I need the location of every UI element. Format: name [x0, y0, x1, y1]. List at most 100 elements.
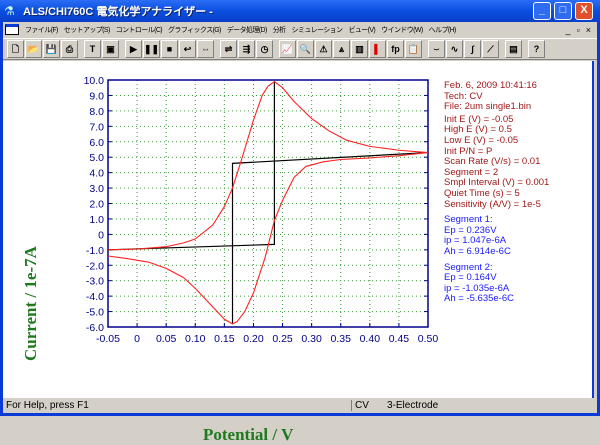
- peak-icon: ⚠: [319, 44, 328, 54]
- menu-item[interactable]: コントロール(C): [116, 25, 163, 35]
- format-icon: fp: [391, 44, 400, 54]
- x-tick-label: 0.35: [331, 333, 352, 345]
- y-tick-label: -3.0: [86, 276, 104, 288]
- info-line: Sensitivity (A/V) = 1e-5: [444, 198, 541, 210]
- menu-item[interactable]: ファイル(F): [25, 25, 58, 35]
- toolbar: 🗋 📂 💾 ⎙ T ▣ ▶ ❚❚ ■ ↩ ⇔ ⇌ ⇶ ◷ 📈 🔍 ⚠ ⩓ ▥ ▌ fp 📋 ⌣ ∿ ∫ ⟋ ▤?: [3, 38, 597, 60]
- derivative-button[interactable]: ∿: [446, 40, 463, 58]
- info-line: File: 2um single1.bin: [444, 101, 532, 113]
- status-technique: CV: [351, 400, 379, 411]
- notes-icon: ▤: [509, 44, 518, 54]
- copy-icon: 📋: [407, 44, 420, 54]
- smooth-button[interactable]: ⌣: [428, 40, 445, 58]
- zoom-icon: 🔍: [299, 44, 312, 54]
- menu-item[interactable]: グラフィックス(G): [168, 25, 221, 35]
- minimize-button[interactable]: _: [533, 2, 551, 20]
- maximize-button[interactable]: □: [554, 2, 572, 20]
- info-line: Ah = -5.635e-6C: [444, 293, 514, 305]
- x-tick-label: 0.45: [389, 333, 410, 345]
- status-electrode: 3-Electrode: [387, 400, 439, 411]
- technique-icon: ⇌: [224, 44, 233, 54]
- menu-item[interactable]: シミュレーション: [292, 25, 344, 35]
- menu-item[interactable]: 分析: [273, 25, 286, 35]
- window-title: ALS/CHI760C 電気化学アナライザー -: [23, 6, 213, 18]
- y-tick-label: 8.0: [89, 106, 104, 118]
- image-button[interactable]: ▣: [102, 40, 119, 58]
- menu-item[interactable]: データ処理(D): [227, 25, 268, 35]
- save-button[interactable]: 💾: [43, 40, 60, 58]
- technique-button[interactable]: ⇌: [220, 40, 237, 58]
- integrate-button[interactable]: ∫: [464, 40, 481, 58]
- y-tick-label: 6.0: [89, 137, 104, 149]
- help-icon: ?: [533, 44, 540, 54]
- stop-icon: ■: [166, 44, 173, 54]
- color-icon: ▌: [374, 44, 381, 54]
- x-tick-label: 0: [134, 333, 140, 345]
- run-button[interactable]: ▶: [125, 40, 142, 58]
- new-icon: 🗋: [11, 44, 20, 54]
- y-tick-label: 10.0: [84, 75, 105, 87]
- x-tick-label: -0.05: [96, 333, 120, 345]
- title-bar: ⚗ ALS/CHI760C 電気化学アナライザー - _ □ X: [0, 0, 600, 22]
- close-button[interactable]: X: [575, 2, 593, 20]
- disabled-icon: ⇔: [201, 44, 210, 54]
- peak-button[interactable]: ⚠: [315, 40, 332, 58]
- print-button[interactable]: ⎙: [61, 40, 78, 58]
- x-tick-label: 0.30: [301, 333, 322, 345]
- menu-item[interactable]: ウインドウ(W): [381, 25, 423, 35]
- new-button[interactable]: 🗋: [7, 40, 24, 58]
- overlay-button[interactable]: ⩓: [333, 40, 350, 58]
- disabled-button[interactable]: ⇔: [197, 40, 214, 58]
- y-tick-label: -4.0: [86, 291, 104, 303]
- smooth-icon: ⌣: [433, 44, 440, 54]
- y-tick-label: 9.0: [89, 90, 104, 102]
- text-icon: T: [89, 44, 96, 54]
- parameters-icon: ⇶: [242, 44, 251, 54]
- zoom-button[interactable]: 🔍: [297, 40, 314, 58]
- run-icon: ▶: [130, 44, 137, 54]
- notes-button[interactable]: ▤: [505, 40, 522, 58]
- graph-button[interactable]: 📈: [279, 40, 296, 58]
- cv-chart: -0.05 0 0.05 0.10 0.15 0.20 0.25 0.30 0.35 0.40 0.…: [84, 75, 439, 345]
- menu-item[interactable]: ヘルプ(H): [429, 25, 457, 35]
- save-icon: 💾: [45, 44, 58, 54]
- help-button[interactable]: ?: [528, 40, 545, 58]
- pause-button[interactable]: ❚❚: [143, 40, 160, 58]
- document-icon: [5, 24, 19, 35]
- x-tick-label: 0.05: [156, 333, 177, 345]
- color-button[interactable]: ▌: [369, 40, 386, 58]
- baseline-1: [107, 81, 275, 251]
- timer-button[interactable]: ◷: [256, 40, 273, 58]
- info-line: Feb. 6, 2009 10:41:16: [444, 80, 537, 91]
- y-tick-label: 1.0: [89, 214, 104, 226]
- x-tick-label: 0.50: [418, 333, 439, 345]
- open-icon: 📂: [27, 44, 40, 54]
- y-tick-label: 7.0: [89, 121, 104, 133]
- mdi-control-button[interactable]: ▫: [577, 25, 580, 35]
- derivative-icon: ∿: [450, 44, 459, 54]
- menu-item[interactable]: ビュー(V): [348, 25, 375, 35]
- segment-1-line: [107, 80, 429, 251]
- copy-button[interactable]: 📋: [405, 40, 422, 58]
- format-button[interactable]: fp: [387, 40, 404, 58]
- y-tick-label: 0: [98, 229, 104, 241]
- parameters-button[interactable]: ⇶: [238, 40, 255, 58]
- graph-options-button[interactable]: ▥: [351, 40, 368, 58]
- menu-bar: ファイル(F) セットアップ(S) コントロール(C) グラフィックス(G) データ処理…: [3, 22, 597, 37]
- info-line: Low E (V) = -0.05: [444, 135, 519, 146]
- open-button[interactable]: 📂: [25, 40, 42, 58]
- mdi-control-button[interactable]: ×: [586, 25, 591, 35]
- y-tick-label: -1.0: [86, 245, 104, 257]
- reverse-button[interactable]: ↩: [179, 40, 196, 58]
- status-help: For Help, press F1: [6, 400, 89, 411]
- baseline-2: [231, 151, 429, 324]
- graph-options-icon: ▥: [355, 44, 364, 54]
- reverse-icon: ↩: [183, 44, 192, 54]
- text-button[interactable]: T: [84, 40, 101, 58]
- y-axis-label: Current / 1e-7A: [21, 246, 40, 361]
- mdi-control-button[interactable]: _: [566, 25, 571, 35]
- baseline-button[interactable]: ⟋: [482, 40, 499, 58]
- stop-button[interactable]: ■: [161, 40, 178, 58]
- menu-item[interactable]: セットアップ(S): [64, 25, 111, 35]
- x-tick-label: 0.25: [272, 333, 293, 345]
